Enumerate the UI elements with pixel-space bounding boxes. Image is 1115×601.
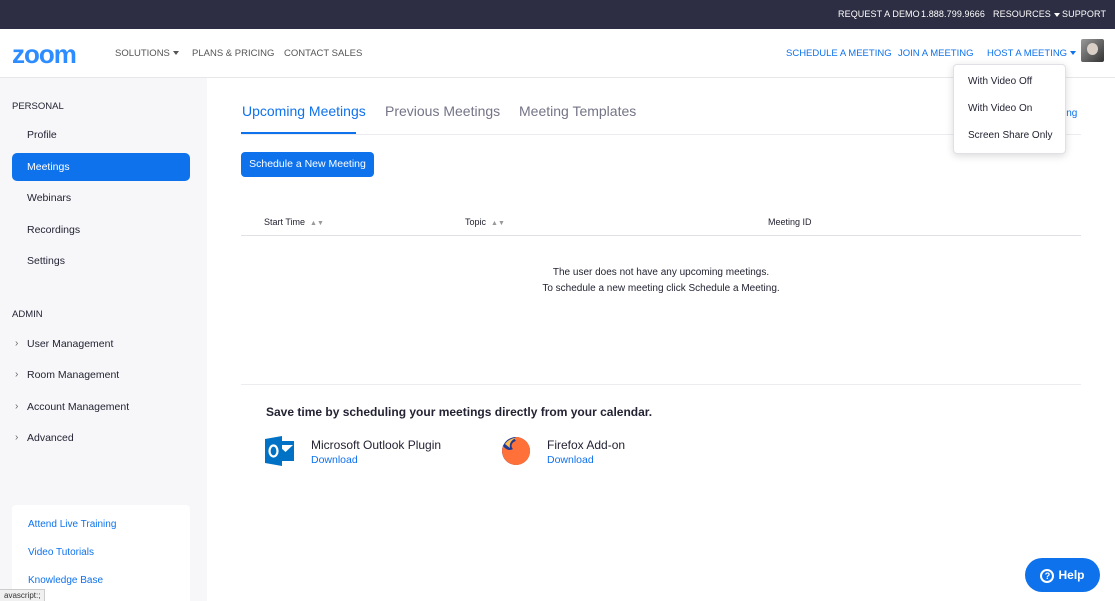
resources-menu[interactable]: RESOURCES bbox=[993, 9, 1060, 19]
firefox-download-link[interactable]: Download bbox=[547, 454, 594, 466]
column-header-start-time[interactable]: Start Time ▲▼ bbox=[264, 217, 324, 227]
tab-upcoming-meetings[interactable]: Upcoming Meetings bbox=[242, 103, 366, 119]
sidebar-item-label: Advanced bbox=[27, 432, 74, 444]
outlook-icon bbox=[265, 436, 294, 466]
empty-message-line2: To schedule a new meeting click Schedule… bbox=[542, 283, 780, 294]
resources-label: RESOURCES bbox=[993, 9, 1051, 19]
help-button[interactable]: ? Help bbox=[1025, 558, 1100, 592]
column-header-topic[interactable]: Topic ▲▼ bbox=[465, 217, 505, 227]
chevron-right-icon: › bbox=[15, 432, 19, 443]
sidebar-item-label: Room Management bbox=[27, 369, 120, 381]
host-meeting-dropdown: With Video Off With Video On Screen Shar… bbox=[953, 64, 1066, 154]
tab-meeting-templates[interactable]: Meeting Templates bbox=[519, 103, 636, 119]
sort-icon: ▲▼ bbox=[491, 220, 505, 227]
personal-section-label: PERSONAL bbox=[12, 101, 64, 112]
sort-icon: ▲▼ bbox=[310, 220, 324, 227]
request-demo-link[interactable]: REQUEST A DEMO bbox=[838, 9, 920, 19]
chevron-down-icon bbox=[1053, 12, 1060, 17]
menu-item-video-on[interactable]: With Video On bbox=[968, 103, 1032, 114]
sidebar-item-recordings[interactable]: Recordings bbox=[12, 216, 190, 244]
column-header-meeting-id: Meeting ID bbox=[768, 217, 812, 227]
sidebar-item-room-management[interactable]: › Room Management bbox=[12, 361, 190, 389]
chevron-down-icon bbox=[172, 51, 179, 56]
section-divider bbox=[241, 384, 1081, 385]
help-links-card: Attend Live Training Video Tutorials Kno… bbox=[12, 505, 190, 601]
sidebar-item-advanced[interactable]: › Advanced bbox=[12, 424, 190, 452]
help-label: Help bbox=[1058, 568, 1085, 582]
menu-item-video-off[interactable]: With Video Off bbox=[968, 76, 1032, 87]
sidebar-item-webinars[interactable]: Webinars bbox=[12, 184, 190, 212]
firefox-icon bbox=[502, 436, 531, 465]
browser-status-bar: avascript:; bbox=[0, 589, 46, 601]
phone-number-link[interactable]: 1.888.799.9666 bbox=[921, 9, 985, 19]
sidebar-item-user-management[interactable]: › User Management bbox=[12, 330, 190, 358]
column-header-label: Topic bbox=[465, 217, 487, 227]
sidebar-item-settings[interactable]: Settings bbox=[12, 247, 190, 275]
sidebar: PERSONAL Profile Meetings Webinars Recor… bbox=[0, 78, 207, 601]
support-link[interactable]: SUPPORT bbox=[1062, 9, 1106, 19]
chevron-right-icon: › bbox=[15, 401, 19, 412]
avatar[interactable] bbox=[1081, 39, 1104, 62]
column-header-label: Start Time bbox=[264, 217, 306, 227]
table-header-divider bbox=[241, 235, 1081, 236]
calendar-integration-title: Save time by scheduling your meetings di… bbox=[266, 405, 653, 419]
host-meeting-menu[interactable]: HOST A MEETING bbox=[987, 48, 1077, 59]
tab-previous-meetings[interactable]: Previous Meetings bbox=[385, 103, 500, 119]
solutions-menu[interactable]: SOLUTIONS bbox=[115, 48, 179, 59]
empty-message-line1: The user does not have any upcoming meet… bbox=[552, 267, 770, 278]
sidebar-item-label: Account Management bbox=[27, 401, 130, 413]
schedule-new-meeting-button[interactable]: Schedule a New Meeting bbox=[241, 152, 374, 177]
top-utility-bar: REQUEST A DEMO 1.888.799.9666 RESOURCES … bbox=[0, 0, 1115, 29]
sidebar-item-meetings[interactable]: Meetings bbox=[12, 153, 190, 181]
sidebar-item-account-management[interactable]: › Account Management bbox=[12, 393, 190, 421]
knowledge-base-link[interactable]: Knowledge Base bbox=[28, 575, 103, 586]
video-tutorials-link[interactable]: Video Tutorials bbox=[28, 547, 94, 558]
join-meeting-link[interactable]: JOIN A MEETING bbox=[898, 48, 974, 59]
zoom-logo[interactable]: zoom bbox=[12, 39, 77, 70]
question-icon: ? bbox=[1040, 568, 1055, 583]
chevron-down-icon bbox=[1070, 51, 1077, 56]
plans-pricing-link[interactable]: PLANS & PRICING bbox=[192, 48, 274, 59]
sidebar-item-label: User Management bbox=[27, 338, 114, 350]
chevron-right-icon: › bbox=[15, 369, 19, 380]
host-meeting-label: HOST A MEETING bbox=[987, 48, 1068, 59]
sidebar-item-profile[interactable]: Profile bbox=[12, 121, 190, 149]
outlook-download-link[interactable]: Download bbox=[311, 454, 358, 466]
menu-item-screen-share-only[interactable]: Screen Share Only bbox=[968, 130, 1053, 141]
contact-sales-link[interactable]: CONTACT SALES bbox=[284, 48, 362, 59]
solutions-label: SOLUTIONS bbox=[115, 48, 170, 59]
chevron-right-icon: › bbox=[15, 338, 19, 349]
outlook-plugin-name: Microsoft Outlook Plugin bbox=[311, 438, 442, 452]
firefox-addon-name: Firefox Add-on bbox=[547, 438, 626, 452]
main-header: zoom SOLUTIONS PLANS & PRICING CONTACT S… bbox=[0, 29, 1115, 78]
attend-live-training-link[interactable]: Attend Live Training bbox=[28, 519, 116, 530]
partial-link[interactable]: ing bbox=[1064, 108, 1077, 119]
admin-section-label: ADMIN bbox=[12, 309, 43, 320]
schedule-meeting-link[interactable]: SCHEDULE A MEETING bbox=[786, 48, 892, 59]
